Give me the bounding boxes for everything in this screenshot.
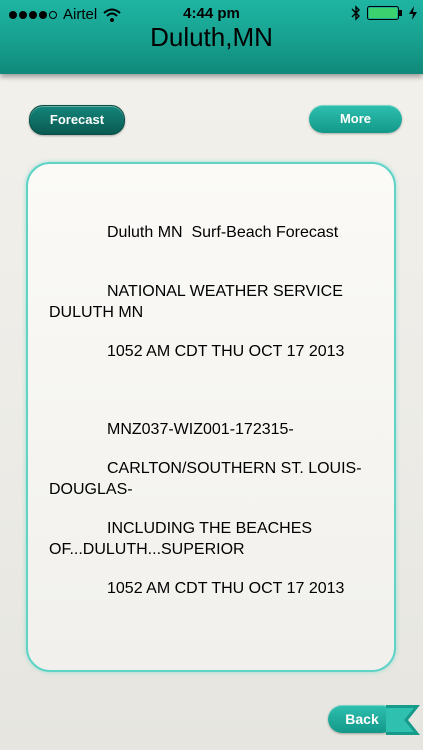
forecast-line: Duluth MN Surf-Beach Forecast [107,224,339,241]
forecast-line: 1052 AM CDT THU OCT 17 2013 [107,580,345,597]
more-button[interactable]: More [309,105,402,133]
battery-icon [367,6,402,20]
charging-bolt-icon [409,6,417,20]
forecast-line: MNZ037-WIZ001-172315- [107,421,294,438]
back-arrow-icon[interactable] [386,705,420,735]
forecast-text[interactable]: Duluth MN Surf-Beach Forecast NATIONAL W… [49,222,369,599]
forecast-line: NATIONAL WEATHER SERVICE DULUTH MN [49,283,348,321]
page-title: Duluth,MN [150,22,273,52]
forecast-card: Duluth MN Surf-Beach Forecast NATIONAL W… [26,162,396,672]
forecast-button[interactable]: Forecast [29,105,125,135]
forecast-line: INCLUDING THE BEACHES OF...DULUTH...SUPE… [49,520,317,558]
header-bar: Airtel 4:44 pm Duluth,MN [0,0,423,74]
forecast-line: 1052 AM CDT THU OCT 17 2013 [107,343,345,360]
bluetooth-icon [351,5,360,21]
forecast-line: CARLTON/SOUTHERN ST. LOUIS-DOUGLAS- [49,460,362,498]
status-indicators [351,5,417,21]
